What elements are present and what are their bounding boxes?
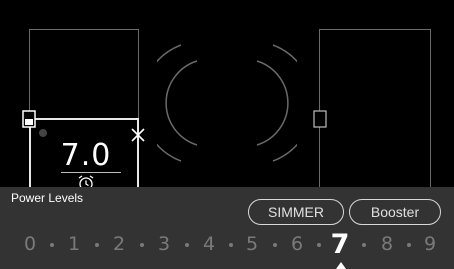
zone-select-icon[interactable] bbox=[22, 110, 38, 130]
level-separator-dot bbox=[273, 243, 277, 247]
selected-level-pointer bbox=[336, 262, 346, 269]
level-separator-dot bbox=[140, 243, 144, 247]
level-separator-dot bbox=[95, 243, 99, 247]
zone-status-dot bbox=[39, 129, 47, 137]
power-level-9[interactable]: 9 bbox=[420, 233, 440, 255]
power-level-7[interactable]: 7 bbox=[330, 229, 350, 260]
power-level-selector[interactable]: 0 1 2 3 4 5 6 7 8 9 bbox=[0, 229, 454, 263]
power-level-2[interactable]: 2 bbox=[109, 233, 129, 255]
level-separator-dot bbox=[50, 243, 54, 247]
zone-select-icon[interactable] bbox=[313, 110, 329, 130]
level-separator-dot bbox=[317, 243, 321, 247]
power-level-8[interactable]: 8 bbox=[377, 233, 397, 255]
value-underline bbox=[61, 172, 121, 173]
heat-waves-icon bbox=[157, 44, 297, 162]
power-level-6[interactable]: 6 bbox=[287, 233, 307, 255]
zone-power-value: 7.0 bbox=[60, 138, 112, 173]
power-level-3[interactable]: 3 bbox=[154, 233, 174, 255]
level-separator-dot bbox=[185, 243, 189, 247]
level-separator-dot bbox=[407, 243, 411, 247]
power-level-1[interactable]: 1 bbox=[64, 233, 84, 255]
level-separator-dot bbox=[362, 243, 366, 247]
simmer-button[interactable]: SIMMER bbox=[248, 199, 344, 225]
cooking-zone-right-outline[interactable] bbox=[319, 29, 431, 189]
power-level-4[interactable]: 4 bbox=[199, 233, 219, 255]
booster-button[interactable]: Booster bbox=[349, 199, 441, 225]
power-level-5[interactable]: 5 bbox=[242, 233, 262, 255]
power-level-0[interactable]: 0 bbox=[20, 233, 40, 255]
level-separator-dot bbox=[229, 243, 233, 247]
close-icon[interactable] bbox=[128, 125, 148, 145]
cooktop-screen: 7.0 Power Levels SIMMER Booster 0 1 2 3 4 5 6 7… bbox=[0, 0, 454, 269]
power-levels-panel: Power Levels SIMMER Booster 0 1 2 3 4 5 6 7 8 9 bbox=[0, 187, 454, 269]
power-levels-title: Power Levels bbox=[11, 191, 84, 205]
